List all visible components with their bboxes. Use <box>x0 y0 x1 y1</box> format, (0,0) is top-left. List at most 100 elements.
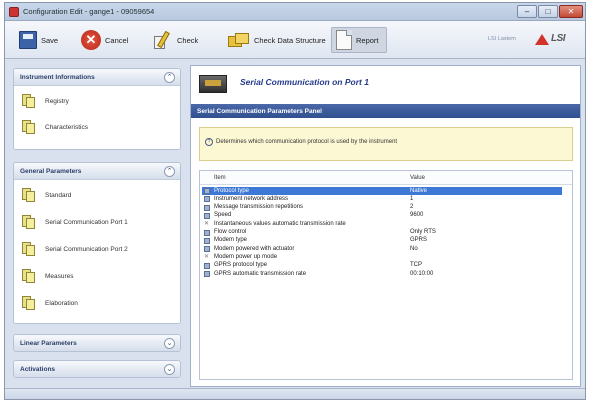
page-icon <box>22 242 35 256</box>
sidebar-item-serial-port-2[interactable]: Serial Communication Port 2 <box>22 240 128 258</box>
minimize-button[interactable]: – <box>517 5 537 18</box>
page-icon <box>22 94 35 108</box>
panel-title: Serial Communication Parameters Panel <box>197 107 322 115</box>
sidebar-item-label: Characteristics <box>45 123 88 131</box>
sidebar-item-label: Serial Communication Port 2 <box>45 245 128 253</box>
group-activations: Activations ⌄ <box>13 360 181 378</box>
parameter-icon <box>204 188 210 194</box>
folders-icon <box>228 32 250 48</box>
panel-title-bar: Serial Communication Parameters Panel <box>191 104 580 118</box>
collapse-icon[interactable]: ⌃ <box>164 166 175 177</box>
group-header[interactable]: Activations ⌄ <box>14 361 180 377</box>
row-value[interactable]: Only RTS <box>410 229 436 235</box>
row-item: Protocol type <box>214 187 250 194</box>
table-row[interactable]: GPRS automatic transmission rate 00:10:00 <box>202 270 562 278</box>
row-value[interactable]: 00:10:00 <box>410 271 433 277</box>
cancel-label: Cancel <box>105 35 129 45</box>
save-label: Save <box>41 35 59 45</box>
check-button[interactable]: Check <box>149 27 202 53</box>
row-item: Message transmission repetitions <box>214 204 304 211</box>
table-row[interactable]: Instrument network address 1 <box>202 195 562 203</box>
table-row[interactable]: Speed 9600 <box>202 212 562 220</box>
parameter-icon <box>204 246 210 253</box>
device-icon <box>199 75 227 93</box>
report-button[interactable]: Report <box>331 27 387 53</box>
row-item: Speed <box>214 212 232 219</box>
app-icon <box>9 7 19 17</box>
sidebar-item-label: Elaboration <box>45 299 78 307</box>
parameter-icon <box>204 262 210 269</box>
expand-icon[interactable]: ⌄ <box>164 338 175 349</box>
parameter-icon <box>204 212 210 219</box>
group-title: Instrument Informations <box>20 73 95 81</box>
table-row[interactable]: Modem powered with actuator No <box>202 245 562 253</box>
row-item: Modem powered with actuator <box>214 245 295 252</box>
table-row[interactable]: GPRS protocol type TCP <box>202 262 562 270</box>
row-value[interactable]: 1 <box>410 196 413 202</box>
disabled-icon: ✕ <box>204 221 210 228</box>
row-value[interactable]: Native <box>410 188 427 194</box>
window-title: Configuration Edit - gange1 - 09059654 <box>23 7 155 16</box>
parameter-icon <box>204 237 210 244</box>
sidebar-item-serial-port-1[interactable]: Serial Communication Port 1 <box>22 213 128 231</box>
app-window: Configuration Edit - gange1 - 09059654 –… <box>4 2 586 400</box>
maximize-button[interactable]: □ <box>538 5 558 18</box>
table-row[interactable]: Message transmission repetitions 2 <box>202 204 562 212</box>
row-value[interactable]: No <box>410 246 418 252</box>
row-value[interactable]: 2 <box>410 204 413 210</box>
logo-triangle-icon <box>535 34 549 45</box>
cancel-button[interactable]: ✕ Cancel <box>77 27 132 53</box>
sidebar-item-elaboration[interactable]: Elaboration <box>22 294 78 312</box>
page-icon <box>22 120 35 134</box>
table-row[interactable]: ✕ Instantaneous values automatic transmis… <box>202 220 562 228</box>
check-label: Check <box>177 35 199 45</box>
check-data-structure-button[interactable]: Check Data Structure <box>224 27 330 53</box>
page-icon <box>22 269 35 283</box>
expand-icon[interactable]: ⌄ <box>164 364 175 375</box>
table-row[interactable]: Modem type GPRS <box>202 237 562 245</box>
group-body: Standard Serial Communication Port 1 Ser… <box>14 180 180 323</box>
report-icon <box>336 30 352 50</box>
sidebar-item-registry[interactable]: Registry <box>22 92 69 110</box>
table-row[interactable]: Protocol type Native <box>202 187 562 196</box>
row-value[interactable]: GPRS <box>410 237 427 243</box>
group-title: Activations <box>20 365 56 373</box>
save-button[interactable]: Save <box>15 27 62 53</box>
group-title: General Parameters <box>20 167 82 175</box>
page-icon <box>22 188 35 202</box>
group-header[interactable]: General Parameters ⌃ <box>14 163 180 180</box>
title-bar: Configuration Edit - gange1 - 09059654 –… <box>5 3 585 21</box>
row-item: GPRS automatic transmission rate <box>214 270 307 277</box>
sidebar-item-characteristics[interactable]: Characteristics <box>22 118 88 136</box>
group-title: Linear Parameters <box>20 339 77 347</box>
group-general-parameters: General Parameters ⌃ Standard Serial Com… <box>13 162 181 324</box>
table-row[interactable]: ✕ Modem power up mode <box>202 253 562 261</box>
row-value[interactable]: 9600 <box>410 212 423 218</box>
check-icon <box>153 30 173 50</box>
column-header-item: Item <box>214 175 226 181</box>
parameter-icon <box>204 271 210 277</box>
check-data-structure-label: Check Data Structure <box>254 35 326 45</box>
sidebar-item-measures[interactable]: Measures <box>22 267 74 285</box>
parameter-icon <box>204 229 210 236</box>
group-header[interactable]: Linear Parameters ⌄ <box>14 335 180 351</box>
sidebar-item-label: Registry <box>45 97 69 105</box>
collapse-icon[interactable]: ⌃ <box>164 72 175 83</box>
row-item: Modem type <box>214 237 248 244</box>
sidebar-item-standard[interactable]: Standard <box>22 186 71 204</box>
main-panel: Serial Communication on Port 1 Serial Co… <box>190 65 581 387</box>
info-icon: ? <box>205 138 213 146</box>
report-label: Report <box>356 35 379 45</box>
page-title: Serial Communication on Port 1 <box>240 77 369 87</box>
table-row[interactable]: Flow control Only RTS <box>202 229 562 237</box>
column-header-value: Value <box>410 175 425 181</box>
group-header[interactable]: Instrument Informations ⌃ <box>14 69 180 86</box>
close-button[interactable]: ✕ <box>559 5 583 18</box>
group-instrument-informations: Instrument Informations ⌃ Registry Chara… <box>13 68 181 150</box>
row-item: Instrument network address <box>214 195 289 202</box>
row-value[interactable]: TCP <box>410 262 422 268</box>
description-text: Determines which communication protocol … <box>216 139 398 145</box>
row-item: GPRS protocol type <box>214 262 268 269</box>
sidebar-item-label: Standard <box>45 191 72 199</box>
group-linear-parameters: Linear Parameters ⌄ <box>13 334 181 352</box>
